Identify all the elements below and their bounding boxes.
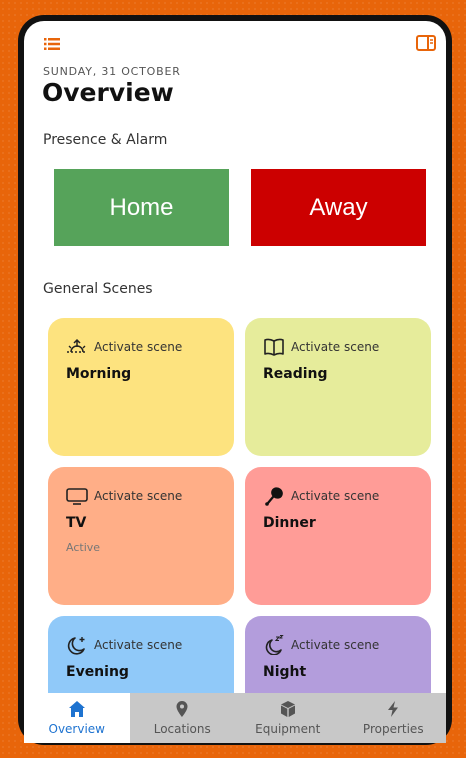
page-title: Overview xyxy=(42,78,174,107)
cube-icon xyxy=(280,701,295,717)
sunrise-icon xyxy=(67,338,87,353)
date-label: SUNDAY, 31 OCTOBER xyxy=(43,65,181,78)
scene-name: TV xyxy=(66,515,87,531)
tab-label: Properties xyxy=(362,722,424,736)
tab-equipment[interactable]: Equipment xyxy=(235,693,341,743)
drumstick-icon xyxy=(265,487,283,506)
book-icon xyxy=(264,338,284,356)
tab-overview[interactable]: Overview xyxy=(24,693,130,743)
tab-label: Locations xyxy=(153,722,211,736)
sidebar-toggle-icon[interactable] xyxy=(416,35,436,51)
home-icon xyxy=(68,701,85,717)
away-button[interactable]: Away xyxy=(251,169,426,246)
map-pin-icon xyxy=(176,701,188,717)
scene-card-reading[interactable]: Activate scene Reading xyxy=(245,318,431,456)
scene-card-dinner[interactable]: Activate scene Dinner xyxy=(245,467,431,605)
scene-action-label: Activate scene xyxy=(94,340,183,354)
home-button[interactable]: Home xyxy=(54,169,229,246)
tab-properties[interactable]: Properties xyxy=(341,693,447,743)
scene-action-label: Activate scene xyxy=(94,638,183,652)
scene-action-label: Activate scene xyxy=(291,489,380,503)
scene-action-label: Activate scene xyxy=(291,340,380,354)
scene-action-label: Activate scene xyxy=(291,638,380,652)
scene-card-tv[interactable]: Activate scene TV Active xyxy=(48,467,234,605)
tab-label: Equipment xyxy=(255,722,321,736)
presence-section-title: Presence & Alarm xyxy=(43,132,168,148)
moon-star-icon xyxy=(67,637,85,655)
bottom-tab-bar: Overview Locations Equipment Properties xyxy=(24,693,446,743)
scene-name: Morning xyxy=(66,366,132,382)
tab-label: Overview xyxy=(48,722,106,736)
scene-name: Night xyxy=(263,664,307,680)
lightning-icon xyxy=(388,701,399,717)
list-menu-icon[interactable] xyxy=(44,38,60,50)
app-screen: SUNDAY, 31 OCTOBER Overview Presence & A… xyxy=(24,21,446,743)
scene-status-label: Active xyxy=(66,541,101,554)
top-bar xyxy=(24,21,446,61)
scene-name: Dinner xyxy=(263,515,316,531)
scene-action-label: Activate scene xyxy=(94,489,183,503)
scene-card-morning[interactable]: Activate scene Morning xyxy=(48,318,234,456)
scene-name: Evening xyxy=(66,664,129,680)
moon-sleep-icon xyxy=(265,635,284,655)
tv-icon xyxy=(66,488,88,505)
tab-locations[interactable]: Locations xyxy=(130,693,236,743)
scene-name: Reading xyxy=(263,366,328,382)
scenes-section-title: General Scenes xyxy=(43,281,153,297)
